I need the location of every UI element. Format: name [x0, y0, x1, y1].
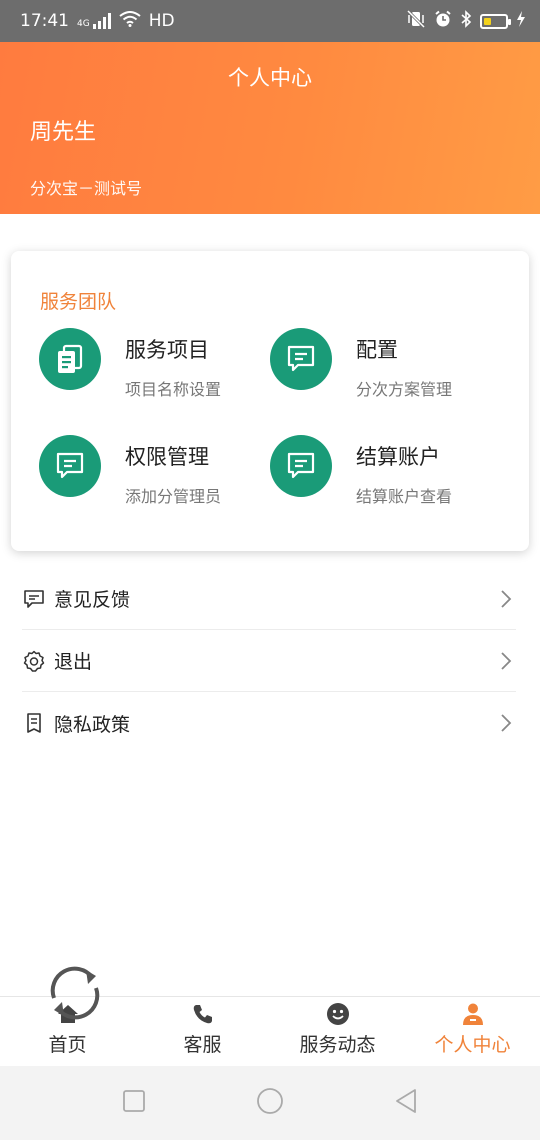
service-team-title: 服务团队 — [40, 291, 117, 313]
network-type: 4G — [77, 19, 90, 29]
signal-icon: 4G — [77, 13, 111, 29]
system-nav-bar — [0, 1066, 540, 1140]
menu-item-privacy[interactable]: 隐私政策 — [22, 692, 516, 754]
tab-label: 服务动态 — [299, 1034, 376, 1056]
phone-icon — [192, 1000, 214, 1028]
user-name: 周先生 — [30, 120, 97, 145]
account-name: 分次宝－测试号 — [30, 179, 143, 198]
service-item-desc: 分次方案管理 — [356, 380, 453, 399]
service-item-settlement[interactable]: 结算账户 结算账户查看 — [270, 435, 510, 507]
refresh-icon[interactable] — [44, 962, 106, 1024]
service-item-config[interactable]: 配置 分次方案管理 — [270, 328, 510, 400]
tab-service[interactable]: 客服 — [135, 997, 270, 1066]
service-item-desc: 项目名称设置 — [125, 380, 222, 399]
alarm-icon — [434, 10, 452, 33]
chevron-right-icon — [496, 589, 516, 609]
wifi-icon — [119, 10, 141, 32]
doc-icon — [22, 711, 46, 735]
message-icon — [270, 328, 332, 390]
menu-item-label: 退出 — [54, 651, 93, 673]
service-item-name: 服务项目 — [125, 338, 209, 362]
menu-item-feedback[interactable]: 意见反馈 — [22, 568, 516, 630]
menu-item-label: 隐私政策 — [54, 713, 131, 736]
document-icon — [39, 328, 101, 390]
profile-header: 个人中心 周先生 分次宝－测试号 — [0, 42, 540, 214]
gear-icon — [22, 649, 46, 673]
tab-label: 个人中心 — [434, 1034, 511, 1056]
menu-item-label: 意见反馈 — [54, 589, 131, 611]
page-title: 个人中心 — [228, 66, 312, 90]
tab-profile[interactable]: 个人中心 — [405, 997, 540, 1066]
service-item-desc: 结算账户查看 — [356, 487, 453, 506]
recent-apps-button[interactable] — [122, 1089, 146, 1117]
service-item-name: 权限管理 — [125, 445, 209, 469]
tab-label: 客服 — [183, 1034, 222, 1056]
message-icon — [39, 435, 101, 497]
battery-icon — [480, 13, 511, 29]
tab-service-news[interactable]: 服务动态 — [270, 997, 405, 1066]
service-item-permissions[interactable]: 权限管理 添加分管理员 — [39, 435, 279, 507]
back-button[interactable] — [394, 1088, 418, 1118]
service-team-card: 服务团队 服务项目 项目名称设置 配置 分次方案管理 权限管理 添加分管理员 结… — [11, 251, 529, 551]
bluetooth-icon — [460, 9, 472, 33]
person-icon — [461, 1000, 485, 1028]
settings-menu: 意见反馈 退出 隐私政策 — [22, 568, 516, 754]
status-bar: 17:41 4G HD — [0, 0, 540, 42]
home-button[interactable] — [256, 1087, 284, 1119]
hd-label: HD — [148, 11, 175, 31]
smiley-icon — [326, 1000, 350, 1028]
feedback-icon — [22, 587, 46, 611]
service-item-projects[interactable]: 服务项目 项目名称设置 — [39, 328, 279, 400]
chevron-right-icon — [496, 713, 516, 733]
message-icon — [270, 435, 332, 497]
chevron-right-icon — [496, 651, 516, 671]
vibrate-off-icon — [406, 9, 426, 33]
charging-icon — [516, 10, 526, 32]
service-item-desc: 添加分管理员 — [125, 487, 222, 506]
menu-item-logout[interactable]: 退出 — [22, 630, 516, 692]
tab-label: 首页 — [48, 1034, 87, 1056]
status-time: 17:41 — [20, 11, 69, 31]
service-item-name: 结算账户 — [356, 445, 440, 469]
service-item-name: 配置 — [356, 338, 398, 362]
